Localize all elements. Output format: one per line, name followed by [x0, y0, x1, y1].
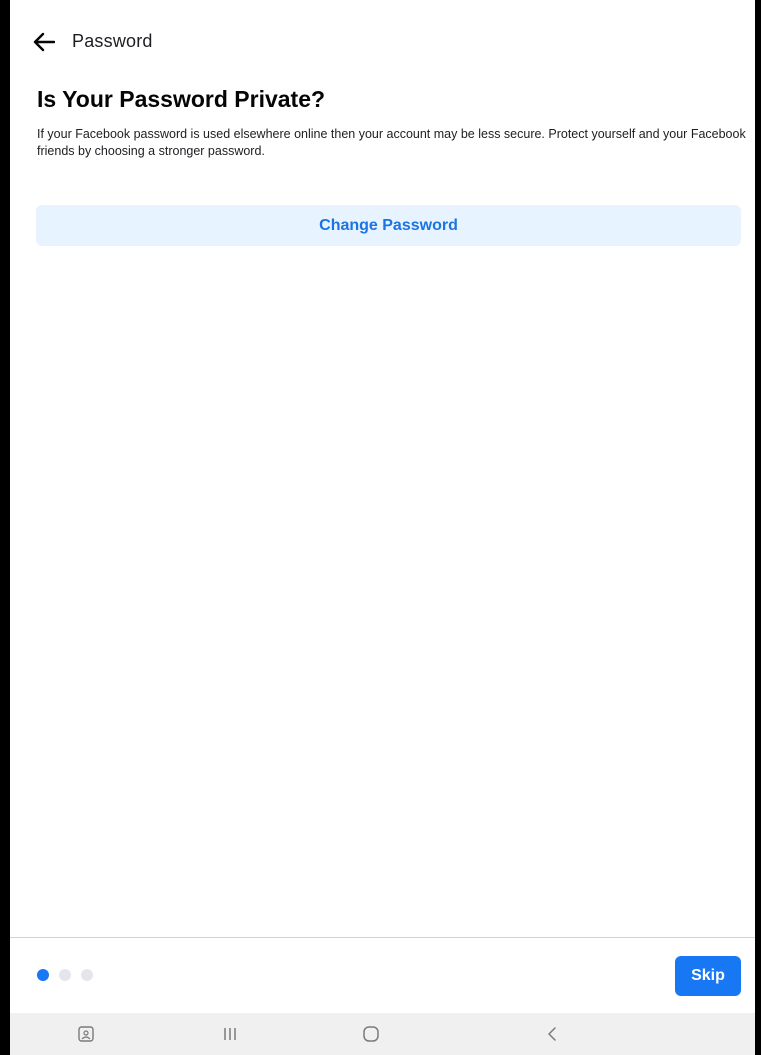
screen: Password Is Your Password Private? If yo… — [10, 0, 755, 1055]
system-back-button[interactable] — [522, 1013, 582, 1055]
screenshot-button[interactable] — [56, 1013, 116, 1055]
page-indicator — [37, 969, 93, 981]
recent-apps-icon — [224, 1028, 236, 1040]
footer-divider — [10, 937, 755, 938]
skip-button[interactable]: Skip — [675, 956, 741, 996]
home-icon — [363, 1026, 379, 1042]
top-bar: Password — [10, 22, 755, 62]
section-heading: Is Your Password Private? — [37, 86, 326, 112]
page-title: Password — [72, 31, 153, 51]
back-button[interactable] — [30, 28, 58, 56]
change-password-button[interactable]: Change Password — [36, 205, 741, 246]
back-chevron-icon — [548, 1027, 556, 1041]
description-text: If your Facebook password is used elsewh… — [37, 127, 746, 158]
system-navigation-bar — [10, 1013, 755, 1055]
page-dot — [59, 969, 71, 981]
recent-apps-button[interactable] — [200, 1013, 260, 1055]
device-frame-left — [0, 0, 10, 1055]
device-frame-right — [755, 0, 761, 1055]
screenshot-icon — [78, 1026, 94, 1042]
page-dot — [81, 969, 93, 981]
page-dot-active — [37, 969, 49, 981]
home-button[interactable] — [341, 1013, 401, 1055]
arrow-left-icon — [33, 32, 55, 52]
